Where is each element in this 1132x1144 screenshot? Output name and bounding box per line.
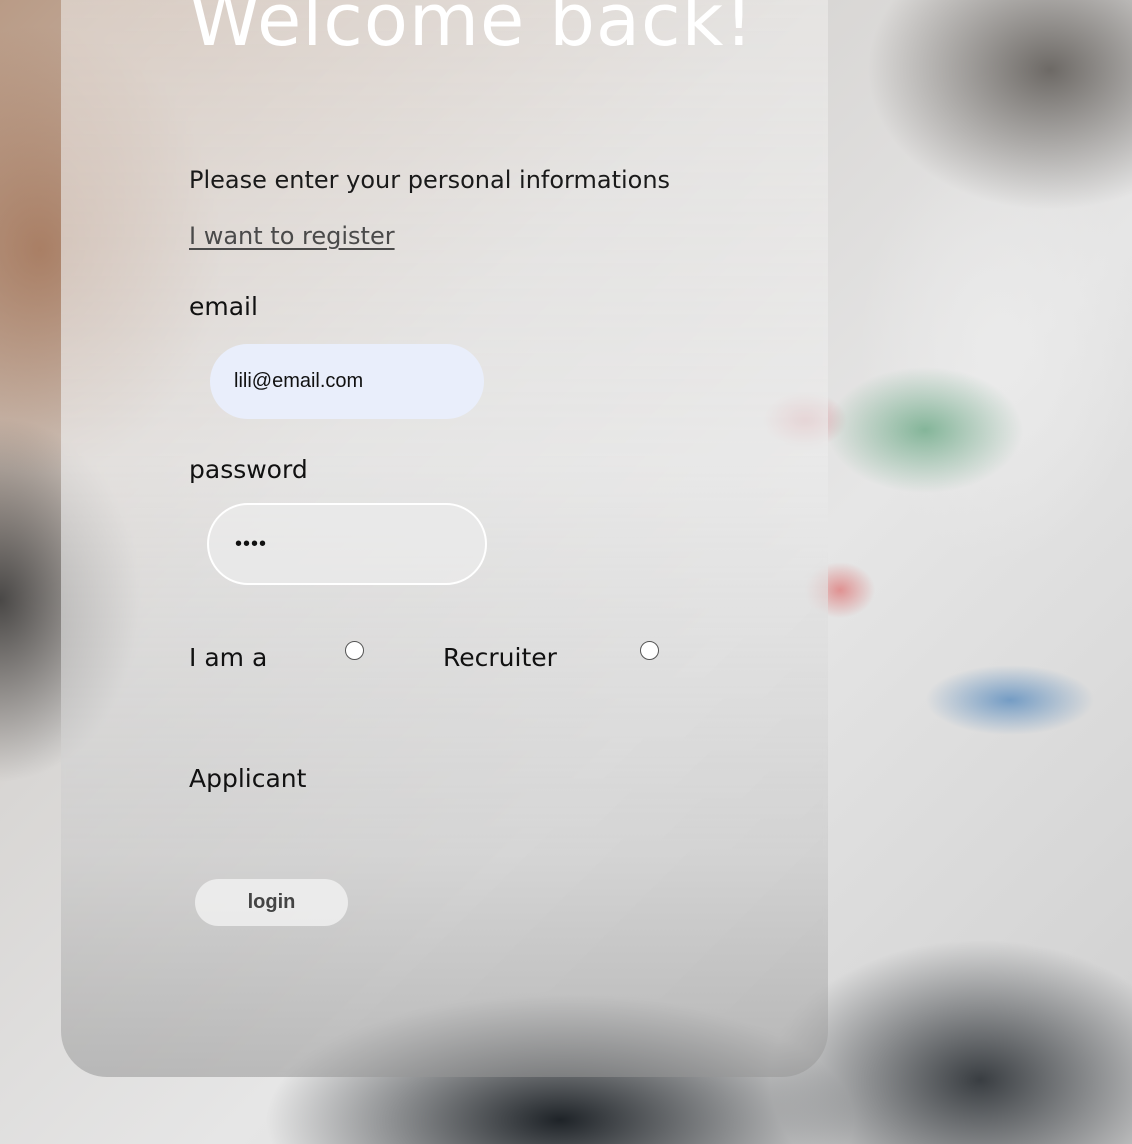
title-text: Welcome back!: [189, 0, 755, 62]
login-page: Welcome back! Please enter your personal…: [0, 0, 1132, 1144]
page-subtitle: Please enter your personal informations: [189, 166, 671, 194]
password-value: ••••: [235, 532, 268, 555]
email-value: lili@email.com: [234, 370, 364, 392]
password-field[interactable]: ••••: [207, 503, 487, 585]
email-field[interactable]: lili@email.com: [210, 344, 484, 419]
login-button[interactable]: login: [195, 879, 348, 926]
password-label: password: [189, 455, 308, 484]
applicant-radio[interactable]: [345, 641, 364, 660]
email-label: email: [189, 292, 258, 321]
register-link[interactable]: I want to register: [189, 222, 395, 250]
applicant-label: Applicant: [189, 764, 307, 793]
role-prefix-label: I am a: [189, 643, 268, 672]
page-title: Welcome back!: [189, 0, 754, 62]
recruiter-label: Recruiter: [443, 643, 557, 672]
recruiter-radio[interactable]: [640, 641, 659, 660]
